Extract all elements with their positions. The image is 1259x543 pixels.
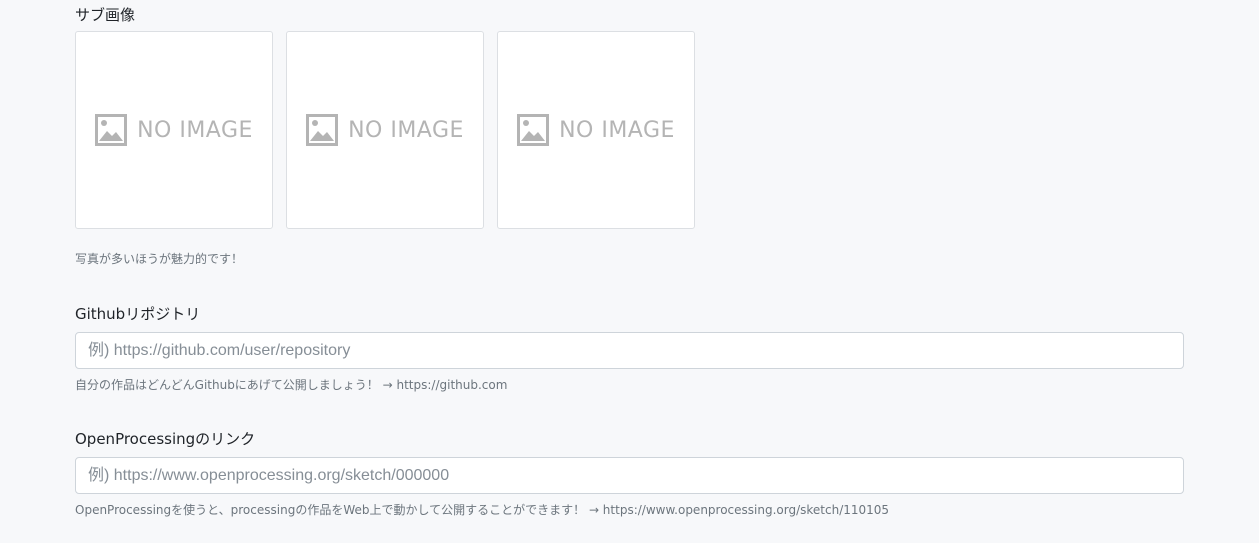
sub-image-help: 写真が多いほうが魅力的です！ [75,252,244,266]
sub-image-slot-1[interactable]: NO IMAGE [75,31,273,229]
sub-image-slot-3[interactable]: NO IMAGE [497,31,695,229]
github-label: Githubリポジトリ [75,305,201,323]
sub-image-label: サブ画像 [75,6,136,24]
no-image-placeholder: NO IMAGE [95,114,253,146]
no-image-placeholder: NO IMAGE [306,114,464,146]
image-placeholder-icon [95,114,128,146]
no-image-text: NO IMAGE [137,117,253,143]
no-image-text: NO IMAGE [559,117,675,143]
sub-image-list: NO IMAGE NO IMAGE NO IMAGE [75,31,695,229]
github-help: 自分の作品はどんどんGithubにあげて公開しましょう！ → https://g… [75,378,508,392]
openprocessing-help: OpenProcessingを使うと、processingの作品をWeb上で動か… [75,503,890,517]
no-image-placeholder: NO IMAGE [517,114,675,146]
image-placeholder-icon [517,114,550,146]
github-url-input[interactable] [75,332,1184,369]
openprocessing-label: OpenProcessingのリンク [75,430,256,448]
openprocessing-url-input[interactable] [75,457,1184,494]
sub-image-slot-2[interactable]: NO IMAGE [286,31,484,229]
no-image-text: NO IMAGE [348,117,464,143]
image-placeholder-icon [306,114,339,146]
